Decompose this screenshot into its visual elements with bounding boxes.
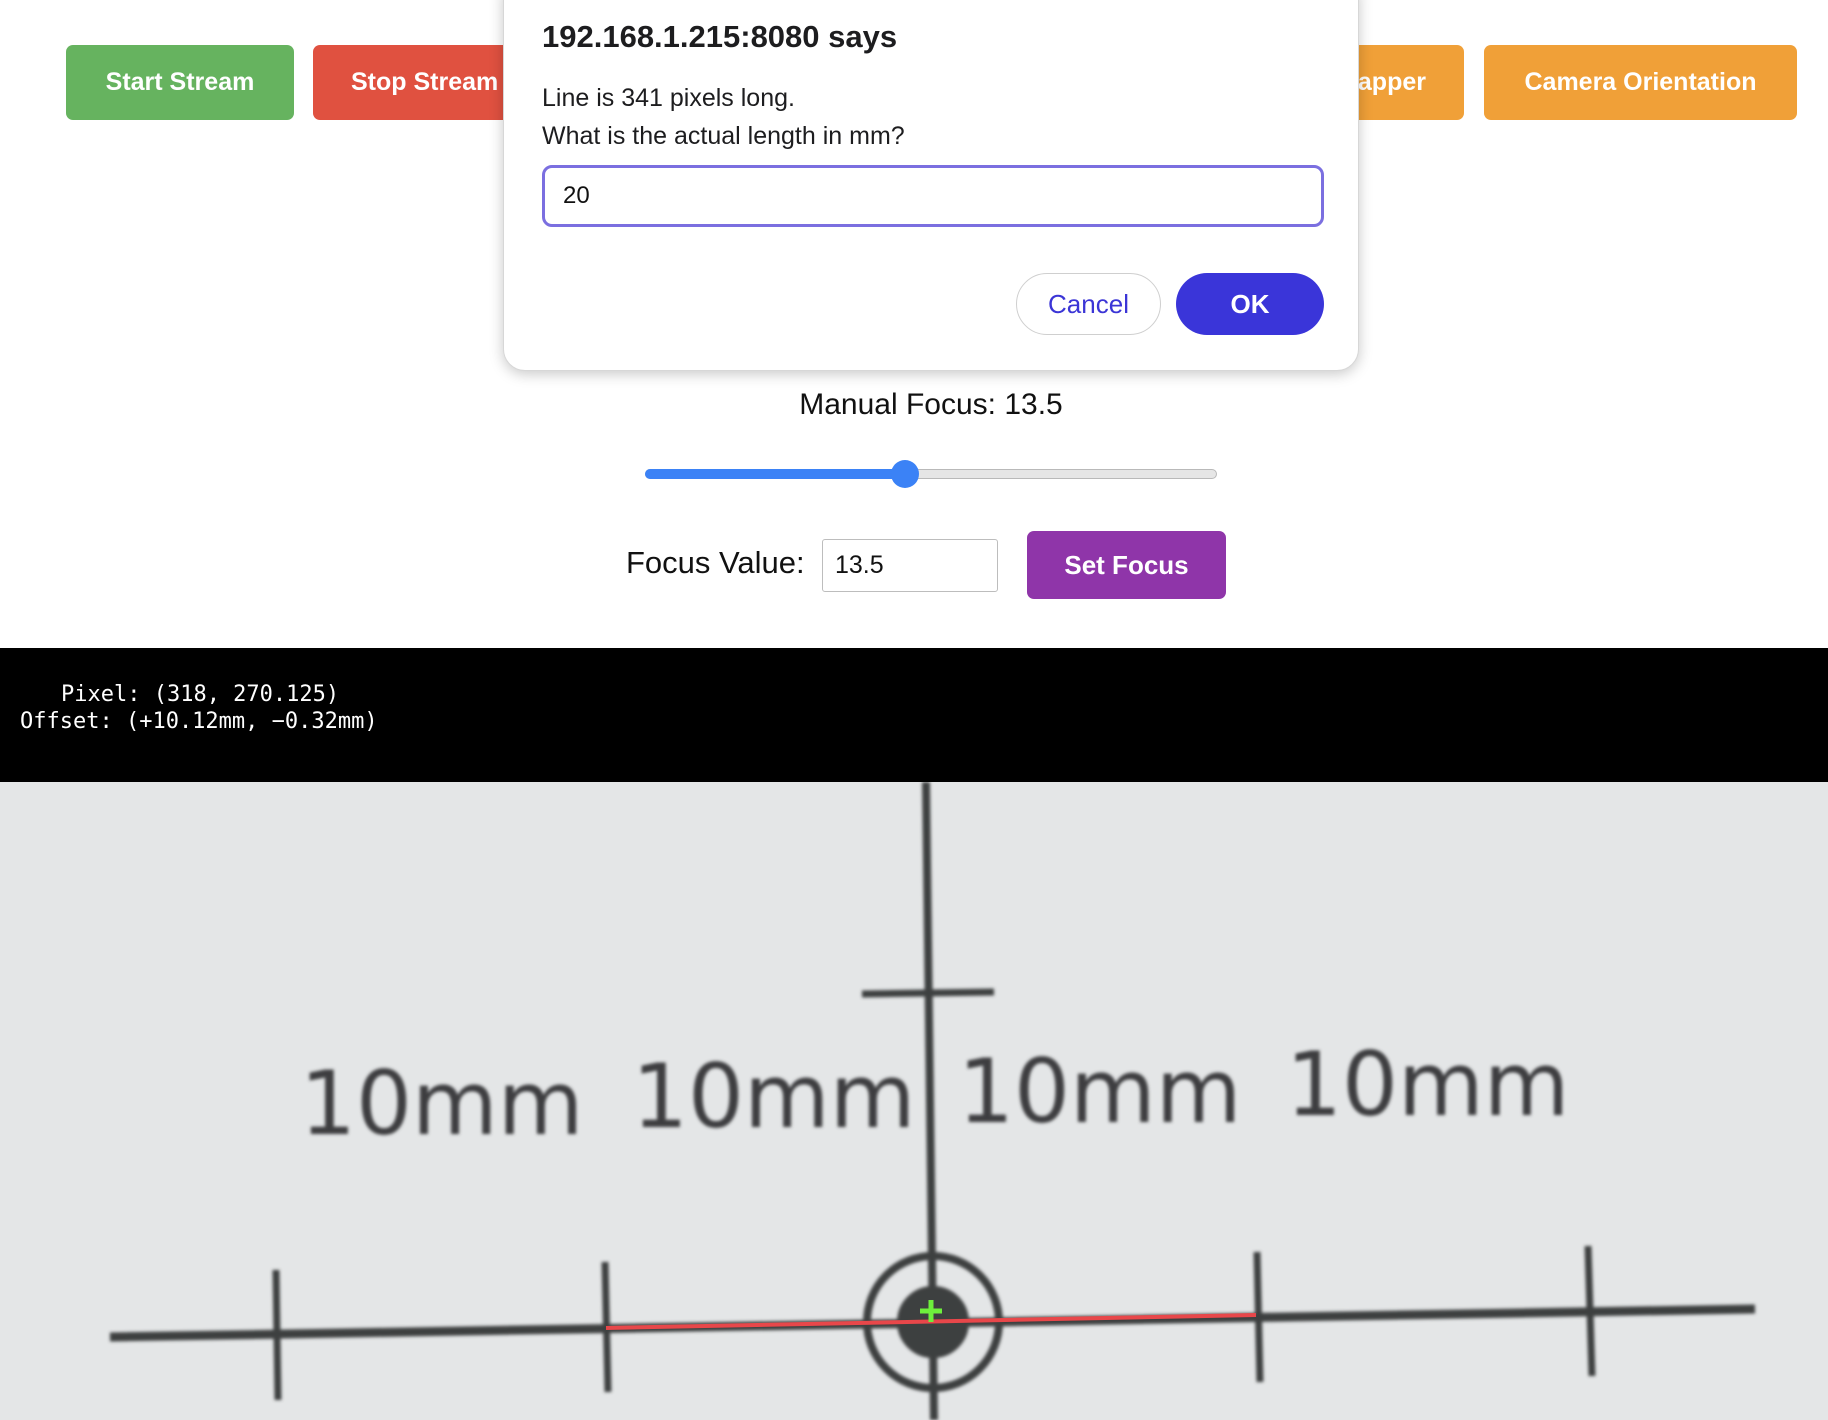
dialog-message-line: Line is 341 pixels long. (542, 84, 795, 112)
camera-feed[interactable]: 10mm 10mm 10mm 10mm (0, 782, 1828, 1420)
focus-slider[interactable] (645, 460, 1217, 488)
camera-orientation-button[interactable]: Camera Orientation (1484, 45, 1797, 120)
prompt-dialog: 192.168.1.215:8080 says Line is 341 pixe… (503, 0, 1359, 371)
stop-stream-button[interactable]: Stop Stream (313, 45, 513, 120)
slider-thumb[interactable] (891, 460, 919, 488)
dialog-input[interactable] (542, 165, 1324, 227)
scale-label: 10mm (300, 1052, 583, 1155)
dialog-message-line: What is the actual length in mm? (542, 122, 905, 150)
cancel-button[interactable]: Cancel (1016, 273, 1161, 335)
offset-readout: Offset: (+10.12mm, −0.32mm) (20, 709, 378, 734)
scale-label: 10mm (1286, 1033, 1569, 1136)
pixel-readout: Pixel: (318, 270.125) (61, 682, 340, 707)
scale-label: 10mm (958, 1040, 1241, 1143)
set-focus-button[interactable]: Set Focus (1027, 531, 1226, 599)
start-stream-button[interactable]: Start Stream (66, 45, 294, 120)
scale-label: 10mm (632, 1045, 915, 1148)
coordinate-overlay: Pixel: (318, 270.125) Offset: (+10.12mm,… (0, 648, 1828, 782)
dialog-title: 192.168.1.215:8080 says (542, 19, 898, 54)
focus-value-input[interactable] (822, 539, 998, 592)
manual-focus-label: Manual Focus: 13.5 (799, 388, 1063, 421)
ok-button[interactable]: OK (1176, 273, 1324, 335)
feed-image: 10mm 10mm 10mm 10mm (109, 782, 1756, 1420)
dialog-message: Line is 341 pixels long. What is the act… (542, 79, 905, 155)
focus-value-label: Focus Value: (626, 545, 805, 580)
slider-fill (645, 469, 905, 479)
coordinate-readout: Pixel: (318, 270.125) Offset: (+10.12mm,… (20, 681, 378, 735)
